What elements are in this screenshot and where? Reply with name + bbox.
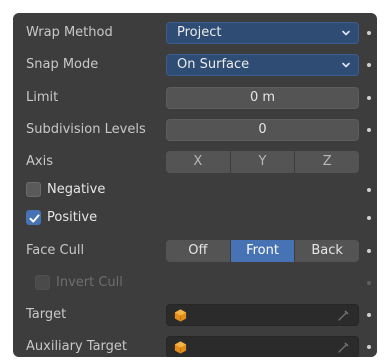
negative-label[interactable]: Negative xyxy=(47,179,105,201)
axis-row: Axis X Y Z xyxy=(13,151,377,173)
chevron-down-icon xyxy=(342,62,350,68)
face-cull-off-button[interactable]: Off xyxy=(166,240,231,262)
object-cube-icon xyxy=(174,309,187,322)
axis-label: Axis xyxy=(26,154,53,169)
positive-label[interactable]: Positive xyxy=(47,207,97,229)
limit-label: Limit xyxy=(26,90,59,105)
decorator-dot-icon[interactable] xyxy=(367,188,371,192)
subdivision-levels-label: Subdivision Levels xyxy=(26,122,146,137)
decorator-dot-icon[interactable] xyxy=(367,345,371,349)
positive-checkbox[interactable] xyxy=(26,210,41,225)
snap-mode-label: Snap Mode xyxy=(26,57,99,72)
axis-z-toggle[interactable]: Z xyxy=(295,151,359,173)
face-cull-front-button[interactable]: Front xyxy=(230,240,296,262)
limit-row: Limit 0 m xyxy=(13,87,377,109)
auxiliary-target-row: Auxiliary Target xyxy=(13,336,377,357)
shrinkwrap-properties-panel: Wrap Method Project Snap Mode On Surface… xyxy=(13,13,377,357)
snap-mode-row: Snap Mode On Surface xyxy=(13,54,377,76)
decorator-dot-icon[interactable] xyxy=(367,128,371,132)
wrap-method-label: Wrap Method xyxy=(26,25,113,40)
object-cube-icon xyxy=(174,341,187,354)
positive-row: Positive xyxy=(13,207,377,229)
target-label: Target xyxy=(26,307,67,322)
limit-field[interactable]: 0 m xyxy=(166,87,359,109)
checkmark-icon xyxy=(29,214,40,223)
face-cull-toggle-group: Off Front Back xyxy=(166,240,359,262)
decorator-dot-icon[interactable] xyxy=(367,216,371,220)
decorator-dot-icon[interactable] xyxy=(367,249,371,253)
eyedropper-icon[interactable] xyxy=(337,341,350,354)
snap-mode-value: On Surface xyxy=(177,57,250,72)
auxiliary-target-label: Auxiliary Target xyxy=(26,339,128,354)
decorator-dot-icon[interactable] xyxy=(367,313,371,317)
negative-checkbox[interactable] xyxy=(26,182,41,197)
wrap-method-value: Project xyxy=(177,25,222,40)
decorator-dot-icon[interactable] xyxy=(367,96,371,100)
target-object-field[interactable] xyxy=(166,304,359,326)
negative-row: Negative xyxy=(13,179,377,201)
axis-toggle-group: X Y Z xyxy=(166,151,359,173)
face-cull-back-button[interactable]: Back xyxy=(295,240,359,262)
snap-mode-dropdown[interactable]: On Surface xyxy=(166,54,359,76)
invert-cull-label[interactable]: Invert Cull xyxy=(56,272,123,294)
chevron-down-icon xyxy=(342,30,350,36)
invert-cull-checkbox[interactable] xyxy=(35,275,50,290)
wrap-method-dropdown[interactable]: Project xyxy=(166,22,359,44)
invert-cull-row: Invert Cull xyxy=(13,272,377,294)
wrap-method-row: Wrap Method Project xyxy=(13,22,377,44)
face-cull-label: Face Cull xyxy=(26,243,85,258)
subdivision-levels-row: Subdivision Levels 0 xyxy=(13,119,377,141)
decorator-dot-icon[interactable] xyxy=(367,31,371,35)
axis-y-toggle[interactable]: Y xyxy=(230,151,296,173)
face-cull-row: Face Cull Off Front Back xyxy=(13,240,377,262)
eyedropper-icon[interactable] xyxy=(337,309,350,322)
subdivision-levels-field[interactable]: 0 xyxy=(166,119,359,141)
decorator-dot-icon[interactable] xyxy=(367,63,371,67)
target-row: Target xyxy=(13,304,377,326)
decorator-dot-icon xyxy=(367,281,371,285)
auxiliary-target-object-field[interactable] xyxy=(166,336,359,357)
axis-x-toggle[interactable]: X xyxy=(166,151,231,173)
